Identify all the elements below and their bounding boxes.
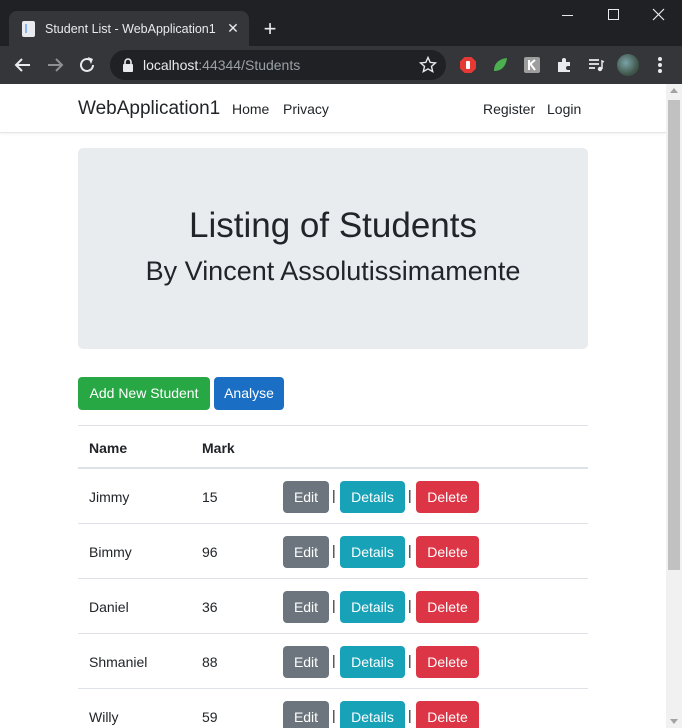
- table-row: Shmaniel 88 Edit | Details | Delete: [78, 634, 588, 689]
- student-mark: 96: [202, 544, 218, 560]
- site-navbar: WebApplication1 Home Privacy Register Lo…: [0, 84, 666, 133]
- delete-button[interactable]: Delete: [416, 701, 479, 728]
- delete-button[interactable]: Delete: [416, 591, 479, 623]
- profile-avatar[interactable]: [617, 54, 639, 76]
- k-extension-icon[interactable]: [523, 56, 541, 74]
- student-mark: 88: [202, 654, 218, 670]
- navbar-brand[interactable]: WebApplication1: [78, 98, 220, 120]
- details-button[interactable]: Details: [340, 591, 405, 623]
- details-button[interactable]: Details: [340, 481, 405, 513]
- maximize-button[interactable]: [591, 0, 637, 30]
- delete-button[interactable]: Delete: [416, 536, 479, 568]
- browser-titlebar: Student List - WebApplication1 ✕ +: [0, 0, 682, 46]
- action-separator: |: [408, 707, 412, 723]
- scroll-down-arrow-icon[interactable]: [670, 719, 678, 724]
- page-title: Listing of Students: [189, 206, 477, 245]
- edit-button[interactable]: Edit: [283, 701, 329, 728]
- student-name: Jimmy: [89, 489, 130, 505]
- nav-link-login[interactable]: Login: [547, 101, 581, 117]
- edit-button[interactable]: Edit: [283, 536, 329, 568]
- add-new-student-button[interactable]: Add New Student: [78, 377, 210, 410]
- table-row: Jimmy 15 Edit | Details | Delete: [78, 469, 588, 524]
- student-name: Bimmy: [89, 544, 132, 560]
- lock-icon[interactable]: [122, 58, 134, 72]
- new-tab-icon[interactable]: +: [259, 18, 281, 40]
- table-header: Name Mark: [78, 425, 588, 469]
- tab-title: Student List - WebApplication1: [45, 22, 216, 36]
- leaf-extension-icon[interactable]: [491, 56, 509, 74]
- students-table: Name Mark Jimmy 15 Edit | Details | Dele…: [78, 425, 588, 728]
- page-icon: [22, 21, 35, 37]
- table-row: Bimmy 96 Edit | Details | Delete: [78, 524, 588, 579]
- edit-button[interactable]: Edit: [283, 481, 329, 513]
- column-header-mark: Mark: [202, 440, 235, 456]
- media-playlist-icon[interactable]: [587, 56, 605, 74]
- url-text: localhost:44344/Students: [143, 57, 301, 73]
- jumbotron: Listing of Students By Vincent Assolutis…: [78, 148, 588, 349]
- delete-button[interactable]: Delete: [416, 646, 479, 678]
- student-mark: 15: [202, 489, 218, 505]
- reload-icon[interactable]: [76, 54, 98, 76]
- page-scrollbar[interactable]: [666, 84, 682, 728]
- delete-button[interactable]: Delete: [416, 481, 479, 513]
- nav-link-register[interactable]: Register: [483, 101, 535, 117]
- action-separator: |: [332, 542, 336, 558]
- details-button[interactable]: Details: [340, 536, 405, 568]
- back-arrow-icon[interactable]: [12, 54, 34, 76]
- student-mark: 36: [202, 599, 218, 615]
- page-subtitle: By Vincent Assolutissimamente: [145, 256, 521, 286]
- page-viewport: WebApplication1 Home Privacy Register Lo…: [0, 84, 666, 728]
- action-separator: |: [408, 487, 412, 503]
- scrollbar-thumb[interactable]: [668, 100, 680, 570]
- close-window-button[interactable]: [636, 0, 682, 30]
- address-bar[interactable]: localhost:44344/Students: [110, 50, 446, 80]
- close-tab-icon[interactable]: ✕: [225, 20, 241, 36]
- action-separator: |: [332, 652, 336, 668]
- student-name: Willy: [89, 709, 119, 725]
- minimize-button[interactable]: [545, 0, 591, 30]
- table-row: Willy 59 Edit | Details | Delete: [78, 689, 588, 728]
- column-header-name: Name: [89, 440, 128, 456]
- student-name: Daniel: [89, 599, 129, 615]
- action-separator: |: [332, 487, 336, 503]
- edit-button[interactable]: Edit: [283, 646, 329, 678]
- action-separator: |: [408, 597, 412, 613]
- action-separator: |: [332, 707, 336, 723]
- analyse-button[interactable]: Analyse: [214, 377, 284, 410]
- nav-link-home[interactable]: Home: [232, 101, 269, 117]
- details-button[interactable]: Details: [340, 646, 405, 678]
- forward-arrow-icon[interactable]: [44, 54, 66, 76]
- student-mark: 59: [202, 709, 218, 725]
- browser-tab[interactable]: Student List - WebApplication1 ✕: [9, 11, 249, 46]
- adblock-extension-icon[interactable]: [459, 56, 477, 74]
- nav-link-privacy[interactable]: Privacy: [283, 101, 329, 117]
- browser-menu-icon[interactable]: [651, 55, 669, 75]
- bookmark-star-icon[interactable]: [419, 56, 437, 74]
- scroll-up-arrow-icon[interactable]: [670, 88, 678, 93]
- action-separator: |: [408, 652, 412, 668]
- action-separator: |: [332, 597, 336, 613]
- details-button[interactable]: Details: [340, 701, 405, 728]
- action-separator: |: [408, 542, 412, 558]
- browser-toolbar: localhost:44344/Students: [0, 46, 682, 84]
- table-row: Daniel 36 Edit | Details | Delete: [78, 579, 588, 634]
- edit-button[interactable]: Edit: [283, 591, 329, 623]
- extensions-puzzle-icon[interactable]: [555, 56, 573, 74]
- student-name: Shmaniel: [89, 654, 148, 670]
